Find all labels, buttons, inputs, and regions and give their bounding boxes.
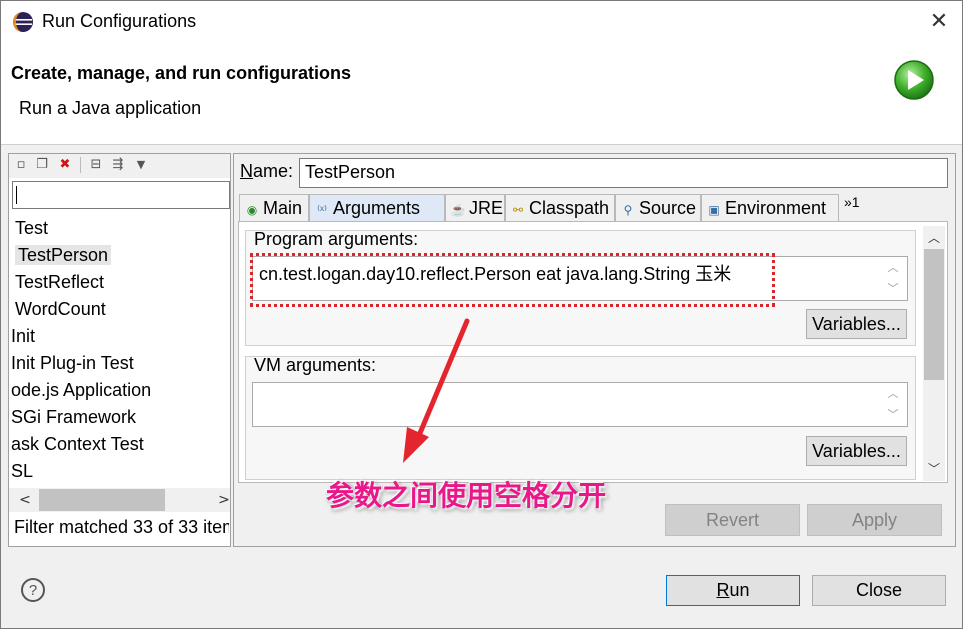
tree-item-label: TestReflect [15,272,105,292]
duplicate-config-icon[interactable]: ❐ [34,157,50,173]
toolbar-divider [80,157,81,173]
textarea-scroll-down-icon[interactable]: ﹀ [883,405,903,425]
tree-item[interactable]: ode.js Application [11,377,151,403]
tab-label: Source [639,198,697,218]
scroll-up-icon[interactable]: ︿ [923,227,945,249]
tab-environment[interactable]: ▣ Environment [701,194,839,221]
vm-arguments-input[interactable] [252,382,908,427]
vm-variables-button[interactable]: Variables... [806,436,907,466]
eclipse-logo-icon [13,12,33,32]
dialog-header [1,43,962,145]
scroll-down-icon[interactable]: ﹀ [923,458,945,480]
scrollbar-thumb[interactable] [924,249,944,380]
classpath-tab-icon: ⚯ [512,203,524,217]
program-variables-button[interactable]: Variables... [806,309,907,339]
new-config-icon[interactable]: ▫ [13,157,29,173]
filter-input[interactable] [12,181,230,209]
tree-item[interactable]: TestReflect [15,269,104,295]
tree-item[interactable]: SGi Framework [11,404,136,430]
source-tab-icon: ⚲ [623,203,633,217]
help-icon[interactable]: ? [21,578,45,602]
tab-label: JRE [469,198,504,218]
tree-item[interactable]: TestPerson [15,242,112,268]
tree-item-label: Init [11,326,36,346]
textarea-scroll-up-icon[interactable]: ︿ [883,258,903,278]
close-icon[interactable]: ✕ [926,9,952,35]
tab-label: Classpath [529,198,610,218]
close-button[interactable]: Close [812,575,946,606]
tree-item-label: ode.js Application [11,380,152,400]
run-button[interactable]: Run [666,575,800,606]
highlight-box [250,253,775,307]
header-subtitle: Run a Java application [19,98,202,118]
jre-tab-icon: ☕ [450,203,466,217]
annotation-arrow-icon [403,318,470,463]
window-title: Run Configurations [42,11,197,31]
more-tabs-chevron[interactable]: »1 [844,194,860,210]
tab-main[interactable]: ◉ Main [239,194,309,221]
view-menu-icon[interactable]: ▼ [133,157,149,173]
tab-label: Environment [725,198,827,218]
config-name-input[interactable]: TestPerson [299,158,948,188]
main-tab-icon: ◉ [246,203,258,217]
scroll-left-icon[interactable]: < [13,488,37,512]
header-title: Create, manage, and run configurations [11,63,352,83]
filter-status: Filter matched 33 of 33 items [14,517,229,537]
tree-item[interactable]: WordCount [15,296,106,322]
tree-item-label: TestPerson [15,245,112,265]
tree-item-label: Init Plug-in Test [11,353,134,373]
textarea-scroll-up-icon[interactable]: ︿ [883,384,903,404]
name-label: Name: [240,161,294,181]
revert-button[interactable]: Revert [665,504,800,536]
tree-item[interactable]: ask Context Test [11,431,144,457]
tree-item-label: Test [15,218,49,238]
tree-item[interactable]: Init [11,323,35,349]
tree-item-label: WordCount [15,299,106,319]
program-arguments-label: Program arguments: [254,229,419,249]
tree-item[interactable]: Init Plug-in Test [11,350,134,376]
tree-item[interactable]: Test [15,215,48,241]
text-caret [16,186,17,204]
tree-item[interactable]: SL [11,458,33,484]
filter-config-icon[interactable]: ⇶ [110,157,126,173]
textarea-scroll-down-icon[interactable]: ﹀ [883,279,903,299]
tab-jre[interactable]: ☕ JRE [445,194,505,221]
tab-source[interactable]: ⚲ Source [615,194,701,221]
tree-item-label: SGi Framework [11,407,137,427]
tree-item-label: SL [11,461,34,481]
environment-tab-icon: ▣ [708,203,720,217]
delete-config-icon[interactable]: ✖ [57,157,73,173]
vm-arguments-label: VM arguments: [254,355,377,375]
annotation-text: 参数之间使用空格分开 [326,479,607,512]
apply-button[interactable]: Apply [807,504,942,536]
collapse-all-icon[interactable]: ⊟ [88,157,104,173]
tree-item-label: ask Context Test [11,434,144,454]
arguments-tab-icon: ⁽ˣ⁾ [317,203,327,217]
tab-label: Arguments [333,198,421,218]
config-tree: Test TestPerson TestReflect WordCount Init In… [9,214,230,486]
tab-label: Main [263,198,303,218]
tab-arguments[interactable]: ⁽ˣ⁾ Arguments [309,194,445,221]
tab-classpath[interactable]: ⚯ Classpath [505,194,615,221]
run-banner-icon [894,60,934,100]
scrollbar-thumb[interactable] [39,489,165,511]
